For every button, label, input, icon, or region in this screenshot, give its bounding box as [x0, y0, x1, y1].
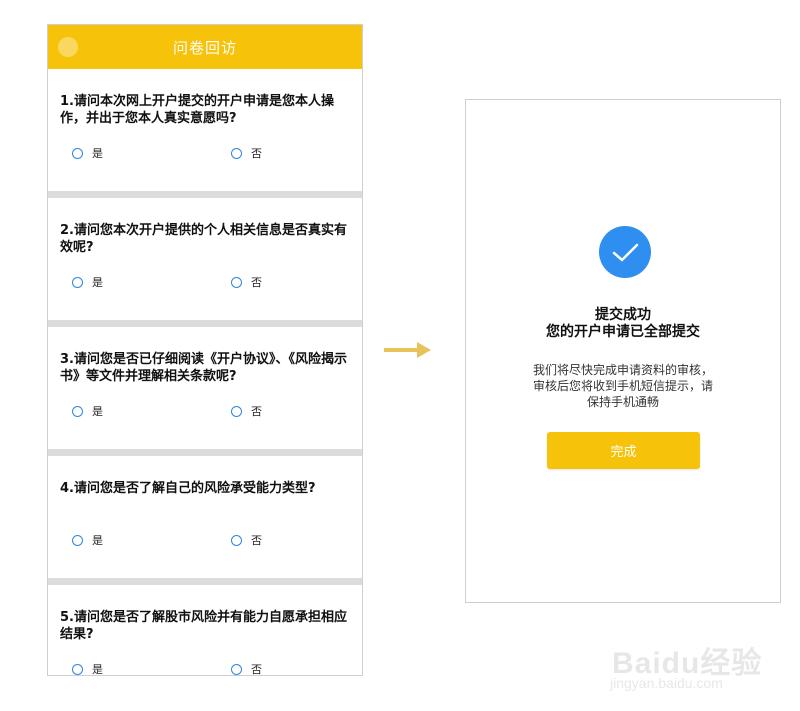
option-no[interactable]: 否 — [231, 403, 262, 419]
success-screen: 提交成功 您的开户申请已全部提交 我们将尽快完成申请资料的审核，审核后您将收到手… — [465, 99, 781, 603]
question-text: 5.请问您是否了解股市风险并有能力自愿承担相应结果? — [60, 610, 347, 642]
header-title: 问卷回访 — [172, 38, 237, 57]
option-yes[interactable]: 是 — [72, 661, 103, 676]
option-label: 否 — [251, 663, 262, 676]
questionnaire-header: 问卷回访 — [48, 25, 362, 69]
question-5: 5.请问您是否了解股市风险并有能力自愿承担相应结果? 是 否 — [48, 585, 362, 676]
question-text: 1.请问本次网上开户提交的开户申请是您本人操作，并出于您本人真实意愿吗? — [60, 94, 334, 126]
radio-icon[interactable] — [72, 276, 83, 288]
option-yes[interactable]: 是 — [72, 274, 103, 290]
option-label: 是 — [92, 147, 103, 160]
arrow-right-icon — [384, 342, 431, 358]
radio-icon[interactable] — [231, 534, 242, 546]
divider — [48, 578, 362, 585]
option-label: 是 — [92, 663, 103, 676]
option-label: 否 — [251, 276, 262, 289]
option-label: 否 — [251, 534, 262, 547]
option-no[interactable]: 否 — [231, 274, 262, 290]
radio-icon[interactable] — [231, 276, 242, 288]
watermark-url: jingyan.baidu.com — [610, 675, 723, 691]
option-yes[interactable]: 是 — [72, 145, 103, 161]
radio-icon[interactable] — [72, 147, 83, 159]
done-button[interactable]: 完成 — [547, 432, 700, 469]
back-icon[interactable] — [58, 37, 78, 57]
option-no[interactable]: 否 — [231, 145, 262, 161]
radio-icon[interactable] — [72, 534, 83, 546]
option-label: 是 — [92, 534, 103, 547]
question-text: 3.请问您是否已仔细阅读《开户协议》、《风险揭示书》等文件并理解相关条款呢? — [60, 352, 347, 384]
question-2: 2.请问您本次开户提供的个人相关信息是否真实有效呢? 是 否 — [48, 198, 362, 320]
question-text: 2.请问您本次开户提供的个人相关信息是否真实有效呢? — [60, 223, 347, 255]
question-text: 4.请问您是否了解自己的风险承受能力类型? — [60, 481, 316, 496]
baidu-watermark: Baidu经验 jingyan.baidu.com — [600, 620, 780, 700]
radio-icon[interactable] — [231, 147, 242, 159]
divider — [48, 449, 362, 456]
check-circle-icon — [599, 226, 651, 278]
divider — [48, 191, 362, 198]
divider — [48, 320, 362, 327]
question-3: 3.请问您是否已仔细阅读《开户协议》、《风险揭示书》等文件并理解相关条款呢? 是… — [48, 327, 362, 449]
option-label: 是 — [92, 405, 103, 418]
option-no[interactable]: 否 — [231, 661, 262, 676]
radio-icon[interactable] — [72, 405, 83, 417]
option-no[interactable]: 否 — [231, 532, 262, 548]
radio-icon[interactable] — [231, 663, 242, 675]
questionnaire-screen: 问卷回访 1.请问本次网上开户提交的开户申请是您本人操作，并出于您本人真实意愿吗… — [47, 24, 363, 676]
option-label: 否 — [251, 147, 262, 160]
question-4: 4.请问您是否了解自己的风险承受能力类型? 是 否 — [48, 456, 362, 578]
option-yes[interactable]: 是 — [72, 532, 103, 548]
question-1: 1.请问本次网上开户提交的开户申请是您本人操作，并出于您本人真实意愿吗? 是 否 — [48, 69, 362, 191]
option-yes[interactable]: 是 — [72, 403, 103, 419]
success-subtitle: 您的开户申请已全部提交 — [546, 324, 700, 340]
radio-icon[interactable] — [231, 405, 242, 417]
radio-icon[interactable] — [72, 663, 83, 675]
option-label: 是 — [92, 276, 103, 289]
option-label: 否 — [251, 405, 262, 418]
success-description: 我们将尽快完成申请资料的审核，审核后您将收到手机短信提示，请保持手机通畅 — [532, 363, 713, 409]
